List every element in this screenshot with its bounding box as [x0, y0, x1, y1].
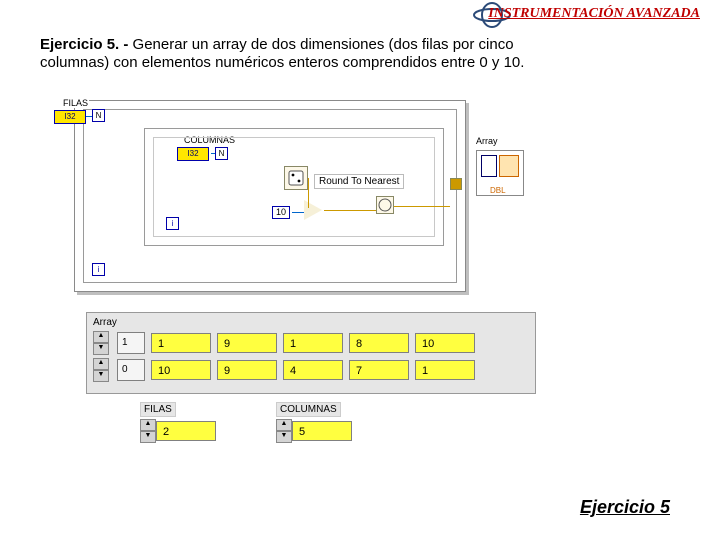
array-cell[interactable]: 9 [217, 333, 277, 353]
inner-loop-i: i [166, 217, 179, 230]
outer-loop-n: N [92, 109, 105, 122]
stepper-up-icon[interactable]: ▲ [276, 419, 292, 431]
stepper-up-icon[interactable]: ▲ [93, 331, 109, 343]
exercise-bold: Ejercicio 5. - [40, 36, 128, 53]
inner-loop-body: i 10 Round To Nearest [153, 137, 435, 237]
array-indicator-label: Array [476, 136, 498, 146]
front-panel-rows: ▲▼1191810▲▼0109471 [93, 331, 529, 382]
inner-for-loop[interactable]: COLUMNAS I32 N i 10 Round To Nearest [144, 128, 444, 246]
controls-area: FILAS ▲ ▼ 2 COLUMNAS ▲ ▼ 5 [140, 402, 352, 443]
stepper-up-icon[interactable]: ▲ [140, 419, 156, 431]
round-to-nearest-node[interactable] [376, 196, 394, 214]
outer-for-loop[interactable]: FILAS I32 N i COLUMNAS I32 N i 10 Round … [83, 109, 457, 283]
array-cell[interactable]: 10 [151, 360, 211, 380]
filas-control-label: FILAS [140, 402, 176, 417]
columnas-control: COLUMNAS ▲ ▼ 5 [276, 402, 352, 443]
array-cell[interactable]: 1 [415, 360, 475, 380]
columnas-value[interactable]: 5 [292, 421, 352, 441]
block-diagram: FILAS I32 N i COLUMNAS I32 N i 10 Round … [74, 100, 466, 292]
filas-stepper[interactable]: ▲ ▼ [140, 419, 156, 443]
output-tunnel [450, 178, 462, 190]
filas-control-terminal[interactable]: I32 [54, 110, 86, 124]
wire [324, 210, 376, 211]
stepper-down-icon[interactable]: ▼ [276, 431, 292, 443]
stepper-down-icon[interactable]: ▼ [93, 370, 109, 382]
array-cell[interactable]: 1 [151, 333, 211, 353]
filas-control: FILAS ▲ ▼ 2 [140, 402, 216, 443]
array-indicator-type: DBL [490, 186, 506, 195]
array-cell[interactable]: 4 [283, 360, 343, 380]
stepper-down-icon[interactable]: ▼ [140, 431, 156, 443]
stepper-up-icon[interactable]: ▲ [93, 358, 109, 370]
columnas-control-label: COLUMNAS [276, 402, 341, 417]
array-cell[interactable]: 9 [217, 360, 277, 380]
columnas-stepper[interactable]: ▲ ▼ [276, 419, 292, 443]
table-row: ▲▼ 0 10 9471 [93, 358, 529, 382]
footer-link[interactable]: Ejercicio 5 [580, 497, 670, 518]
stepper-down-icon[interactable]: ▼ [93, 343, 109, 355]
wire [394, 206, 450, 207]
table-row: ▲▼1191810 [93, 331, 529, 355]
array-cell[interactable]: 1 [283, 333, 343, 353]
row-index-stepper[interactable]: ▲▼ [93, 358, 109, 382]
array-cell[interactable]: 7 [349, 360, 409, 380]
outer-loop-i: i [92, 263, 105, 276]
wire [308, 178, 309, 208]
front-panel-array-label: Array [93, 317, 529, 328]
array-cell[interactable]: 8 [349, 333, 409, 353]
round-label: Round To Nearest [314, 174, 404, 189]
exercise-statement: Ejercicio 5. - Generar un array de dos d… [40, 36, 560, 72]
numeric-constant-10[interactable]: 10 [272, 206, 290, 219]
array-cell[interactable]: 10 [415, 333, 475, 353]
filas-value[interactable]: 2 [156, 421, 216, 441]
front-panel-array: Array ▲▼1191810▲▼0109471 [86, 312, 536, 394]
multiply-node[interactable] [304, 200, 322, 220]
filas-label: FILAS [62, 98, 89, 108]
row-index-value[interactable]: 1 [117, 332, 145, 354]
random-number-node[interactable] [284, 166, 308, 190]
wire [292, 212, 304, 213]
header-title: INSTRUMENTACIÓN AVANZADA [488, 6, 700, 22]
row-index-stepper[interactable]: ▲▼ [93, 331, 109, 355]
row-index-value[interactable]: 0 [117, 359, 145, 381]
